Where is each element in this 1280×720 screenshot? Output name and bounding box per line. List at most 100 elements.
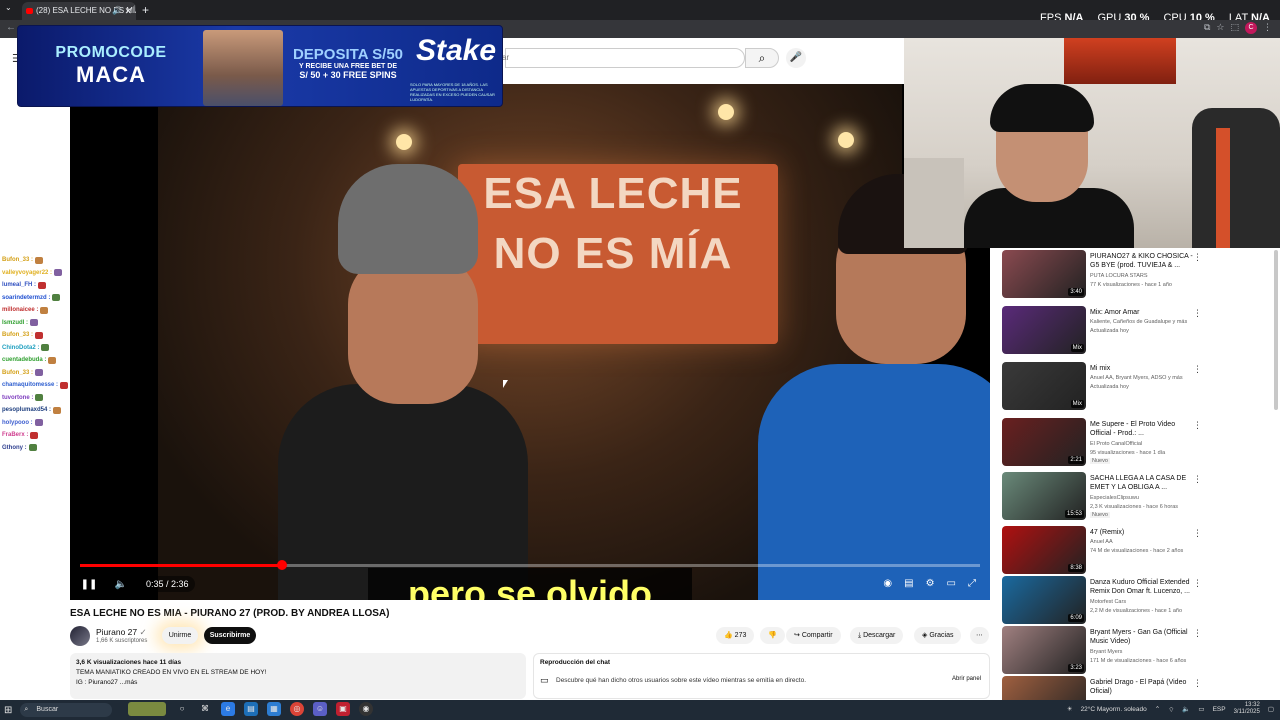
task-view-icon[interactable]: ○ — [175, 702, 189, 716]
recommended-title[interactable]: PIURANO27 & KIKO CHOSICA - G5 BYE (prod.… — [1090, 252, 1198, 270]
chat-username[interactable]: chamaquitomesse : — [2, 382, 58, 388]
tray-arrow-icon[interactable]: ⌃ — [1155, 705, 1160, 713]
recommended-title[interactable]: 47 (Remix) — [1090, 528, 1198, 537]
chat-username[interactable]: Bufon_33 : — [2, 332, 33, 338]
progress-scrubber[interactable] — [276, 560, 287, 570]
new-tab-button[interactable]: + — [142, 2, 149, 18]
recommended-title[interactable]: Bryant Myers - Gan Ga (Official Music Vi… — [1090, 628, 1198, 646]
open-panel-button[interactable]: Abrir panel — [952, 676, 981, 682]
subscribe-button[interactable]: Suscribirme — [204, 627, 256, 644]
video-thumbnail[interactable]: 2:21 — [1002, 418, 1086, 466]
tab-close-icon[interactable]: ✕ — [124, 2, 132, 20]
recommended-title[interactable]: Me Supere - El Proto Video Official - Pr… — [1090, 420, 1198, 438]
more-actions-button[interactable]: ⋯ — [970, 627, 989, 644]
chat-username[interactable]: millonaicee : — [2, 307, 38, 313]
store-icon[interactable]: ▦ — [267, 702, 281, 716]
recommended-video[interactable]: Mix Mi mix Anuel AA, Bryant Myers, ADSO … — [1002, 362, 1208, 412]
chat-username[interactable]: FraBerx : — [2, 432, 28, 438]
chat-username[interactable]: holypooo : — [2, 420, 33, 426]
back-arrow-icon[interactable]: ← — [6, 22, 16, 33]
more-vert-icon[interactable]: ⋮ — [1193, 364, 1202, 375]
video-thumbnail[interactable]: Mix — [1002, 362, 1086, 410]
recommended-channel[interactable]: Bryant Myers — [1090, 648, 1202, 656]
browser-menu-icon[interactable]: ⋮ — [1263, 22, 1272, 34]
recommended-video[interactable]: Mix Mix: Amor Amar Kaliente, Cañeños de … — [1002, 306, 1208, 356]
fullscreen-icon[interactable]: ⤢ — [968, 574, 976, 594]
chat-username[interactable]: Bufon_33 : — [2, 257, 33, 263]
edge-icon[interactable]: e — [221, 702, 235, 716]
share-button[interactable]: ↪ Compartir — [786, 627, 841, 644]
channel-avatar[interactable] — [70, 626, 90, 646]
recommended-channel[interactable]: Kaliente, Cañeños de Guadalupe y más — [1090, 318, 1202, 326]
recommended-channel[interactable]: EspecialesClipsuwu — [1090, 494, 1202, 502]
recommended-channel[interactable]: PUTA LOCURA STARS — [1090, 272, 1202, 280]
like-button[interactable]: 👍 273 — [716, 627, 755, 644]
video-thumbnail[interactable]: 6:09 — [1002, 576, 1086, 624]
tab-search-chevron-icon[interactable]: ⌄ — [5, 3, 12, 12]
mute-button[interactable]: 🔈 — [110, 574, 132, 596]
network-icon[interactable]: ⌔ — [1168, 705, 1174, 714]
search-button[interactable]: ⌕ — [745, 48, 779, 68]
clock[interactable]: 13:32 3/11/2025 — [1234, 702, 1260, 716]
recommended-title[interactable]: Danza Kuduro Official Extended Remix Don… — [1090, 578, 1198, 596]
recommended-channel[interactable]: Anuel AA, Bryant Myers, ADSO y más — [1090, 374, 1202, 382]
miniplayer-icon[interactable]: ▭ — [947, 574, 956, 594]
extensions-icon[interactable]: ⬚ — [1230, 22, 1239, 34]
more-vert-icon[interactable]: ⋮ — [1193, 420, 1202, 431]
recommended-video[interactable]: 6:09 Danza Kuduro Official Extended Remi… — [1002, 576, 1208, 626]
explorer-icon[interactable]: ▤ — [244, 702, 258, 716]
autoplay-toggle-icon[interactable]: ◉ — [883, 574, 892, 594]
more-vert-icon[interactable]: ⋮ — [1193, 528, 1202, 539]
bookmark-star-icon[interactable]: ☆ — [1216, 22, 1224, 34]
cast-icon[interactable]: ⧉ — [1204, 22, 1210, 34]
chat-username[interactable]: Ismzudl : — [2, 320, 28, 326]
recommended-video[interactable]: 2:21 Me Supere - El Proto Video Official… — [1002, 418, 1208, 468]
video-thumbnail[interactable]: 3:40 — [1002, 250, 1086, 298]
recommended-title[interactable]: Mi mix — [1090, 364, 1198, 373]
recommended-channel[interactable]: Motorfest Cars — [1090, 598, 1202, 606]
speaker-icon[interactable]: 🔊 — [112, 2, 122, 20]
volume-icon[interactable]: 🔈 — [1182, 705, 1190, 713]
voice-search-mic-icon[interactable]: 🎤 — [786, 48, 806, 68]
chat-username[interactable]: Bufon_33 : — [2, 370, 33, 376]
taskbar-search[interactable]: ⌕ Buscar — [20, 703, 113, 717]
chat-username[interactable]: ChinoDota2 : — [2, 345, 39, 351]
page-scrollbar[interactable] — [1274, 250, 1278, 410]
recommended-channel[interactable]: El Proto CanalOfficial — [1090, 440, 1202, 448]
windows-start-icon[interactable]: ⊞ — [4, 705, 12, 716]
play-pause-button[interactable]: ❚❚ — [78, 574, 100, 596]
chat-username[interactable]: tuvortone : — [2, 395, 33, 401]
recommended-video[interactable]: 3:23 Bryant Myers - Gan Ga (Official Mus… — [1002, 626, 1208, 676]
language-indicator[interactable]: ESP — [1213, 706, 1226, 713]
recommended-title[interactable]: Mix: Amor Amar — [1090, 308, 1198, 317]
chat-username[interactable]: soarindetermzd : — [2, 295, 50, 301]
browser-tab-active[interactable]: (28) ESA LECHE NO ES MÍA 🔊 ✕ — [22, 2, 136, 20]
channel-name[interactable]: Piurano 27 ✓ — [96, 627, 147, 638]
settings-gear-icon[interactable]: ⚙ — [926, 574, 935, 594]
search-input[interactable]: ar — [502, 48, 745, 68]
recommended-video[interactable]: 15:53 SACHA LLEGA A LA CASA DE EMET Y LA… — [1002, 472, 1208, 522]
recommended-title[interactable]: SACHA LLEGA A LA CASA DE EMET Y LA OBLIG… — [1090, 474, 1198, 492]
chat-username[interactable]: valleyvoyager22 : — [2, 270, 52, 276]
video-progress-bar[interactable] — [80, 560, 980, 570]
subtitles-icon[interactable]: ▤ — [904, 574, 913, 594]
description-line-2[interactable]: IG : Piurano27 ...más — [76, 678, 520, 688]
more-vert-icon[interactable]: ⋮ — [1193, 678, 1202, 689]
thanks-button[interactable]: ◈ Gracias — [914, 627, 962, 644]
weather-text[interactable]: 22°C Mayorm. soleado — [1081, 706, 1147, 713]
battery-icon[interactable]: ▭ — [1198, 705, 1204, 713]
download-button[interactable]: ⤓ Descargar — [850, 627, 904, 644]
video-thumbnail[interactable]: 15:53 — [1002, 472, 1086, 520]
recommended-video[interactable]: 8:38 47 (Remix) Anuel AA 74 M de visuali… — [1002, 526, 1208, 576]
dislike-button[interactable]: 👎 — [760, 627, 785, 644]
more-vert-icon[interactable]: ⋮ — [1193, 628, 1202, 639]
widgets-icon[interactable] — [128, 702, 166, 716]
recommended-video[interactable]: 3:40 PIURANO27 & KIKO CHOSICA - G5 BYE (… — [1002, 250, 1208, 300]
more-vert-icon[interactable]: ⋮ — [1193, 252, 1202, 263]
more-vert-icon[interactable]: ⋮ — [1193, 308, 1202, 319]
video-player[interactable]: ESA LECHE NO ES MÍA pero se olvido ❚❚ 🔈 … — [70, 84, 990, 600]
app-icon[interactable]: ▣ — [336, 702, 350, 716]
join-button[interactable]: Unirme — [162, 627, 198, 644]
obs-icon[interactable]: ◉ — [359, 702, 373, 716]
more-vert-icon[interactable]: ⋮ — [1193, 474, 1202, 485]
